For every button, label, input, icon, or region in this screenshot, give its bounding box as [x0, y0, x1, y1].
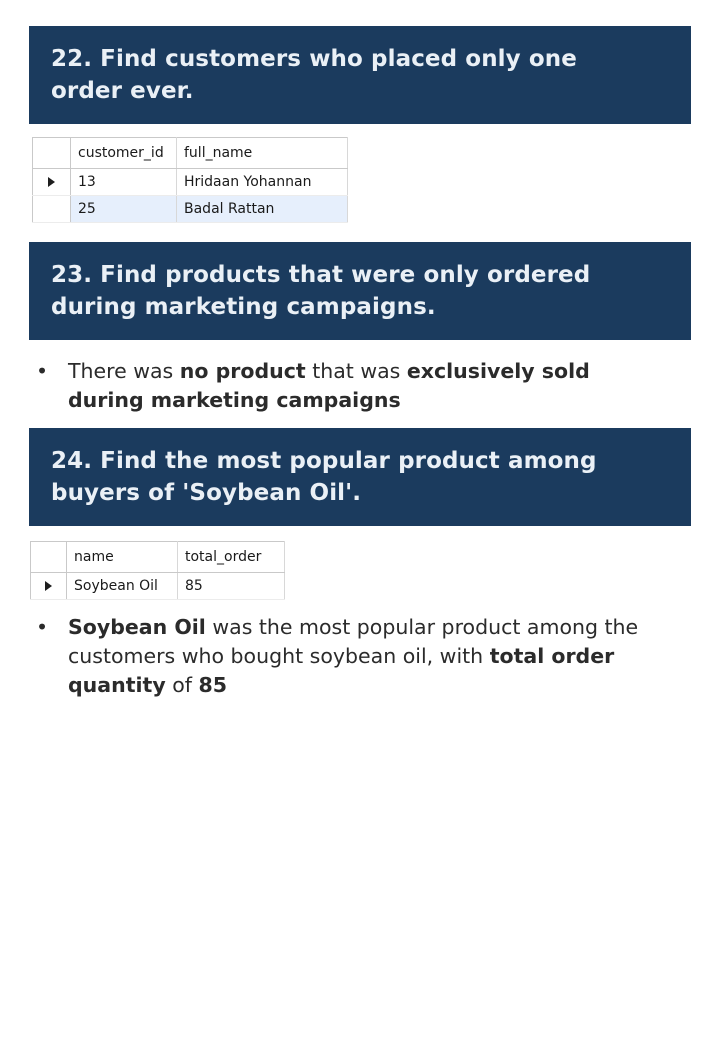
cell-name[interactable]: Soybean Oil [66, 572, 178, 600]
column-header-total-order[interactable]: total_order [177, 541, 285, 573]
grid-header-row: name total_order [30, 541, 285, 573]
cell-customer-id[interactable]: 13 [70, 168, 177, 196]
result-grid-customers: customer_id full_name 13 Hridaan Yohanna… [32, 137, 348, 223]
section-23-title: 23. Find products that were only ordered… [51, 262, 591, 320]
section-24-findings: • Soybean Oil was the most popular produ… [36, 613, 676, 700]
column-header-customer-id[interactable]: customer_id [70, 137, 177, 169]
table-row[interactable]: 13 Hridaan Yohannan [32, 168, 348, 196]
column-header-full-name[interactable]: full_name [176, 137, 348, 169]
bullet-bold-text: Soybean Oil [68, 615, 206, 639]
bullet-item: • There was no product that was exclusiv… [36, 357, 636, 415]
grid-header-row: customer_id full_name [32, 137, 348, 169]
current-row-arrow-icon [48, 177, 55, 187]
table-row[interactable]: 25 Badal Rattan [32, 195, 348, 223]
bullet-dot-icon: • [36, 359, 49, 383]
bullet-text: that was [305, 359, 407, 383]
column-header-name[interactable]: name [66, 541, 178, 573]
cell-customer-id[interactable]: 25 [70, 195, 177, 223]
section-23-findings: • There was no product that was exclusiv… [36, 357, 636, 415]
bullet-bold-text: no product [179, 359, 306, 383]
row-indicator-header [32, 137, 71, 169]
bullet-item: • Soybean Oil was the most popular produ… [36, 613, 676, 700]
bullet-bold-text: 85 [198, 673, 228, 697]
row-indicator[interactable] [32, 195, 71, 223]
row-indicator[interactable] [32, 168, 71, 196]
section-24-header: 24. Find the most popular product among … [29, 428, 691, 526]
result-grid-products: name total_order Soybean Oil 85 [30, 541, 285, 600]
bullet-text: There was [68, 359, 180, 383]
section-22-title: 22. Find customers who placed only one o… [51, 46, 577, 104]
row-indicator[interactable] [30, 572, 67, 600]
cell-full-name[interactable]: Hridaan Yohannan [176, 168, 348, 196]
row-indicator-header [30, 541, 67, 573]
section-22-header: 22. Find customers who placed only one o… [29, 26, 691, 124]
bullet-dot-icon: • [36, 615, 49, 639]
cell-total-order[interactable]: 85 [177, 572, 285, 600]
section-23-header: 23. Find products that were only ordered… [29, 242, 691, 340]
current-row-arrow-icon [45, 581, 52, 591]
section-24-title: 24. Find the most popular product among … [51, 448, 597, 506]
cell-full-name[interactable]: Badal Rattan [176, 195, 348, 223]
table-row[interactable]: Soybean Oil 85 [30, 572, 285, 600]
bullet-text: of [165, 673, 199, 697]
